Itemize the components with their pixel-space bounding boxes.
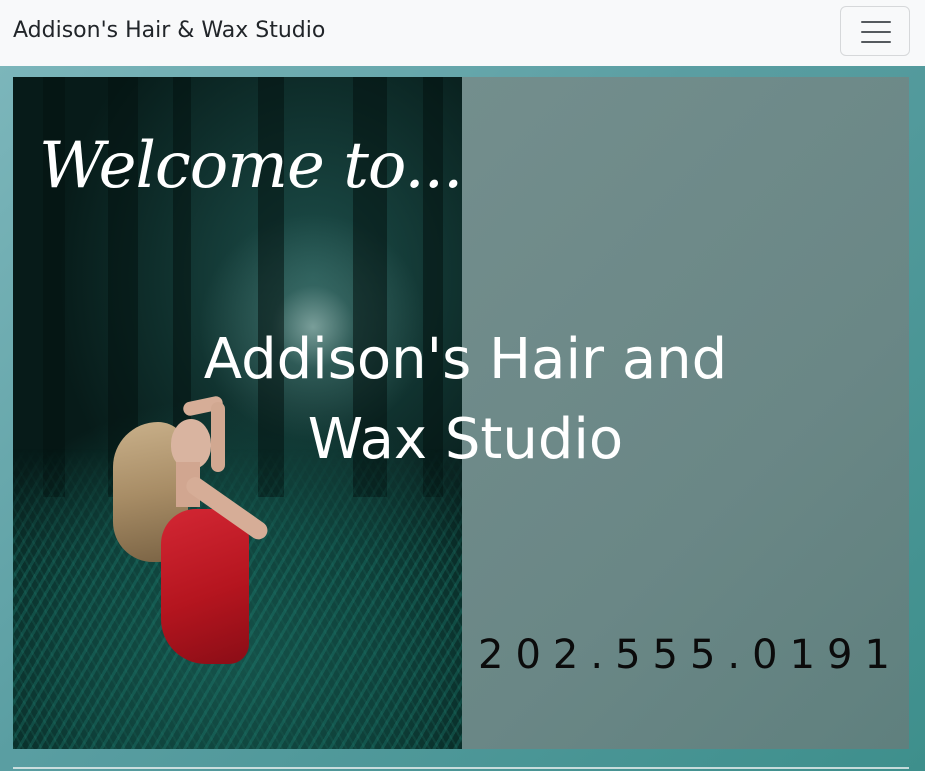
page: Addison's Hair & Wax Studio Welcome to..… [0, 0, 925, 771]
hamburger-menu-icon-bar [861, 31, 891, 33]
bottom-divider [13, 767, 909, 769]
hamburger-menu-icon-bar [861, 41, 891, 43]
studio-title: Addison's Hair and Wax Studio [203, 327, 728, 472]
phone-number[interactable]: 202.555.0191 [478, 632, 902, 678]
red-dress [161, 509, 249, 664]
navbar-brand[interactable]: Addison's Hair & Wax Studio [13, 18, 325, 43]
hamburger-menu-button[interactable] [840, 6, 910, 56]
hamburger-menu-icon [861, 21, 891, 23]
navbar: Addison's Hair & Wax Studio [0, 0, 925, 66]
welcome-heading: Welcome to... [39, 129, 463, 203]
hero-banner: Welcome to... Addison's Hair and Wax Stu… [13, 77, 909, 749]
